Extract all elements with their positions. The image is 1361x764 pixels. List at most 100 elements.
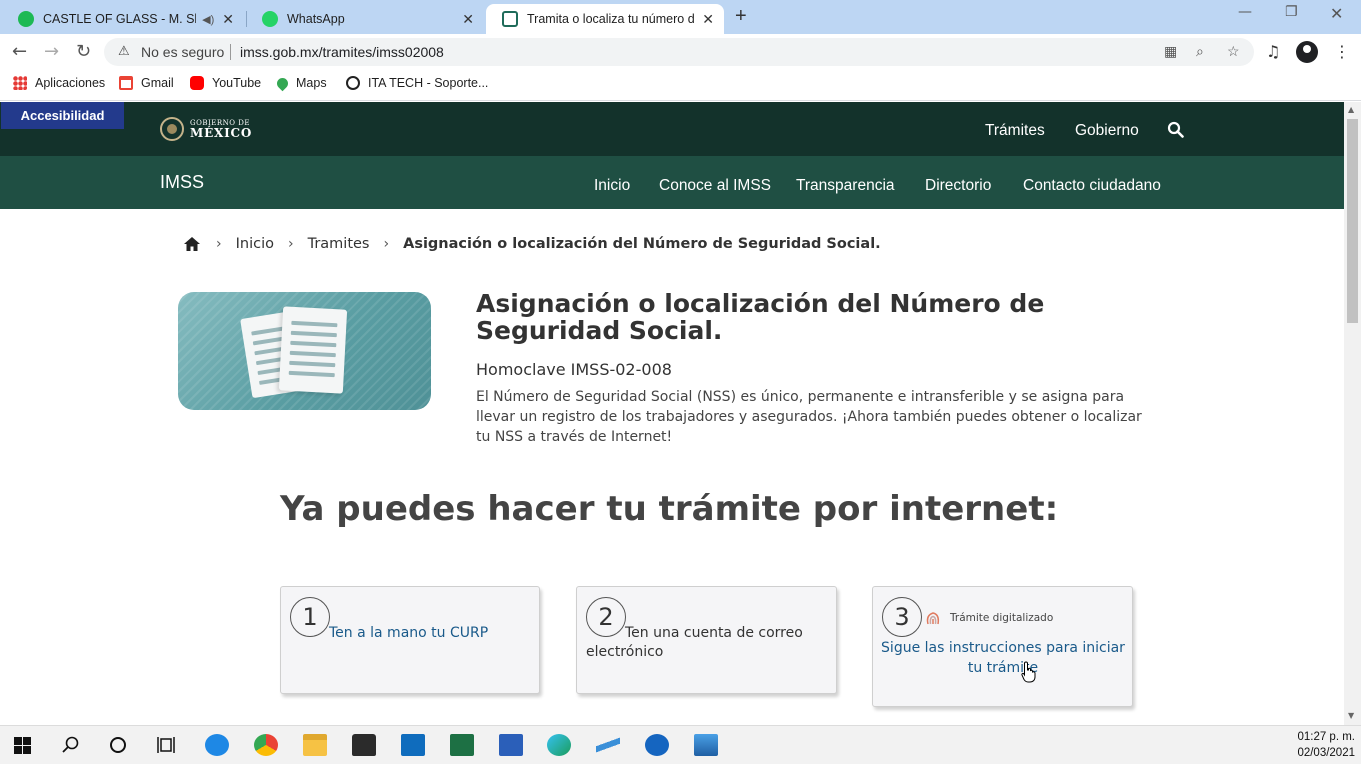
media-control-icon[interactable]: ♫ [1266, 42, 1280, 61]
step-text-link[interactable]: Ten a la mano tu CURP [329, 624, 488, 643]
breadcrumb-tramites[interactable]: Tramites [308, 236, 370, 252]
profile-avatar-icon[interactable] [1296, 41, 1318, 63]
digital-tag-label: Trámite digitalizado [950, 612, 1054, 624]
feather-app-icon[interactable] [596, 734, 620, 756]
tab-whatsapp[interactable]: WhatsApp ✕ [246, 4, 484, 34]
page-title: Asignación o localización del Número de … [476, 289, 1045, 345]
address-bar[interactable]: ⚠ No es seguro imss.gob.mx/tramites/imss… [104, 38, 1254, 66]
internet-explorer-icon[interactable] [205, 734, 229, 756]
windows-start-icon[interactable] [14, 737, 31, 754]
tab-title: WhatsApp [287, 12, 345, 26]
security-label[interactable]: No es seguro [141, 44, 224, 60]
nav-conoce-imss[interactable]: Conoce al IMSS [659, 177, 771, 195]
menu-kebab-icon[interactable]: ⋮ [1334, 42, 1350, 61]
whatsapp-icon [262, 11, 278, 27]
documents-illustration [178, 292, 431, 410]
system-clock[interactable]: 01:27 p. m. 02/03/2021 [1297, 729, 1355, 761]
nav-transparencia[interactable]: Transparencia [796, 177, 895, 195]
nav-directorio[interactable]: Directorio [925, 177, 991, 195]
bookmark-gmail[interactable]: Gmail [119, 76, 174, 90]
close-tab-icon[interactable]: ✕ [462, 11, 474, 28]
qr-code-icon[interactable]: ▦ [1164, 43, 1177, 60]
page-scrollbar[interactable]: ▲ ▼ [1344, 102, 1361, 725]
close-tab-icon[interactable]: ✕ [702, 11, 714, 28]
bookmark-maps[interactable]: Maps [274, 75, 327, 91]
mail-icon[interactable] [401, 734, 425, 756]
cortana-icon[interactable] [109, 736, 127, 754]
step-card-1: 1 Ten a la mano tu CURP [280, 586, 540, 694]
tramite-description: El Número de Seguridad Social (NSS) es ú… [476, 389, 1142, 445]
chrome-icon[interactable] [254, 734, 278, 756]
nav-gobierno[interactable]: Gobierno [1075, 122, 1139, 140]
bookmark-ita-tech[interactable]: ITA TECH - Soporte... [346, 76, 488, 90]
bookmark-youtube[interactable]: YouTube [190, 76, 261, 90]
imss-title[interactable]: IMSS [160, 172, 204, 193]
excel-icon[interactable] [450, 734, 474, 756]
bookmark-label: ITA TECH - Soporte... [368, 76, 489, 90]
search-icon[interactable] [1167, 121, 1184, 138]
apps-grid-icon [13, 76, 27, 90]
bookmark-label: Aplicaciones [35, 76, 106, 90]
breadcrumb: › Inicio › Tramites › Asignación o local… [184, 236, 881, 252]
new-tab-plus-icon[interactable]: + [735, 5, 747, 28]
restore-icon[interactable]: ❐ [1285, 4, 1298, 20]
task-view-icon[interactable] [157, 736, 177, 754]
online-section-heading: Ya puedes hacer tu trámite por internet: [280, 489, 1059, 529]
step-card-2: 2 Ten una cuenta de correo electrónico [576, 586, 837, 694]
logo-line2: MÉXICO [190, 125, 253, 140]
bookmark-label: Maps [296, 76, 327, 90]
national-seal-icon [160, 117, 184, 141]
chevron-right-icon: › [216, 236, 222, 252]
windows-taskbar: 01:27 p. m. 02/03/2021 [0, 725, 1361, 764]
network-app-icon[interactable] [645, 734, 669, 756]
home-icon[interactable] [184, 237, 200, 251]
window-close-icon[interactable]: ✕ [1330, 4, 1343, 23]
edge-icon[interactable] [547, 734, 571, 756]
warning-triangle-icon[interactable]: ⚠ [118, 43, 130, 59]
scroll-down-arrow-icon[interactable]: ▼ [1348, 711, 1354, 720]
breadcrumb-inicio[interactable]: Inicio [236, 236, 274, 252]
omnibox-divider [230, 44, 231, 60]
digital-procedure-tag: Trámite digitalizado [925, 609, 1053, 627]
reload-icon[interactable]: ↻ [76, 41, 91, 62]
step-number: 3 [882, 597, 922, 637]
accessibility-button[interactable]: Accesibilidad [1, 102, 124, 129]
word-icon[interactable] [499, 734, 523, 756]
bookmarks-bar: Aplicaciones Gmail YouTube Maps ITA TECH… [0, 70, 1361, 101]
forward-arrow-icon[interactable]: → [44, 41, 59, 62]
file-explorer-icon[interactable] [303, 734, 327, 756]
zoom-icon[interactable]: ⌕ [1196, 43, 1204, 60]
gmail-icon [119, 76, 133, 90]
tab-title: CASTLE OF GLASS - M. Shinoda [43, 12, 196, 26]
bookmark-aplicaciones[interactable]: Aplicaciones [13, 76, 105, 90]
youtube-icon [190, 76, 204, 90]
minimize-icon[interactable]: — [1238, 4, 1252, 20]
gob-mx-icon [502, 11, 518, 27]
gob-mx-logo[interactable]: GOBIERNO DE MÉXICO [160, 117, 252, 141]
close-tab-icon[interactable]: ✕ [222, 11, 234, 28]
store-icon[interactable] [352, 734, 376, 756]
maps-icon [274, 75, 291, 91]
url-text[interactable]: imss.gob.mx/tramites/imss02008 [240, 44, 444, 60]
tab-imss-tramite[interactable]: Tramita o localiza tu número de segurida… [486, 4, 724, 34]
bookmark-star-icon[interactable]: ☆ [1227, 43, 1240, 60]
imss-navbar: IMSS Inicio Conoce al IMSS Transparencia… [0, 156, 1344, 209]
browser-toolbar: ← → ↻ ⚠ No es seguro imss.gob.mx/tramite… [0, 34, 1361, 70]
search-icon[interactable] [62, 736, 80, 754]
breadcrumb-current: Asignación o localización del Número de … [403, 236, 881, 252]
tab-spotify[interactable]: CASTLE OF GLASS - M. Shinoda ◀) ✕ [2, 4, 244, 34]
back-arrow-icon[interactable]: ← [12, 41, 27, 62]
clock-date: 02/03/2021 [1297, 747, 1355, 759]
step-instructions-link[interactable]: Sigue las instrucciones para iniciar tu … [878, 638, 1128, 678]
scroll-thumb[interactable] [1347, 119, 1358, 323]
nav-contacto-ciudadano[interactable]: Contacto ciudadano [1023, 177, 1161, 195]
speaker-icon[interactable]: ◀) [202, 13, 214, 26]
nav-inicio[interactable]: Inicio [594, 177, 630, 195]
globe-icon [346, 76, 360, 90]
step-number: 1 [290, 597, 330, 637]
nav-tramites[interactable]: Trámites [985, 122, 1045, 140]
chevron-right-icon: › [287, 236, 294, 252]
fingerprint-icon [926, 612, 940, 625]
photos-icon[interactable] [694, 734, 718, 756]
scroll-up-arrow-icon[interactable]: ▲ [1348, 105, 1354, 114]
